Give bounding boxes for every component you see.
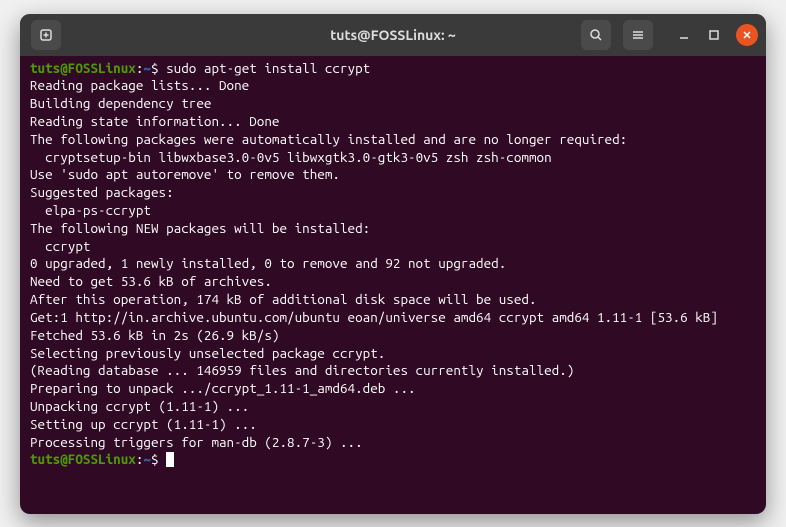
new-tab-icon [39, 28, 53, 42]
output-line: Fetched 53.6 kB in 2s (26.9 kB/s) [30, 327, 756, 345]
close-button[interactable] [736, 24, 758, 46]
output-line: After this operation, 174 kB of addition… [30, 291, 756, 309]
output-line: Selecting previously unselected package … [30, 345, 756, 363]
search-button[interactable] [581, 20, 611, 50]
prompt-path: ~ [143, 451, 151, 467]
output-line: Get:1 http://in.archive.ubuntu.com/ubunt… [30, 309, 756, 327]
cursor [166, 452, 174, 467]
hamburger-icon [631, 28, 645, 42]
output-line: cryptsetup-bin libwxbase3.0-0v5 libwxgtk… [30, 149, 756, 167]
output-line: Suggested packages: [30, 184, 756, 202]
minimize-button[interactable] [676, 27, 692, 43]
search-icon [589, 28, 603, 42]
output-line: Unpacking ccrypt (1.11-1) ... [30, 398, 756, 416]
output-line: Need to get 53.6 kB of archives. [30, 273, 756, 291]
terminal-window: tuts@FOSSLinux: ~ [20, 14, 766, 514]
output-line: Processing triggers for man-db (2.8.7-3)… [30, 434, 756, 452]
titlebar: tuts@FOSSLinux: ~ [20, 14, 766, 56]
prompt-line-1: tuts@FOSSLinux:~$ sudo apt-get install c… [30, 60, 756, 78]
prompt-user-host: tuts@FOSSLinux [30, 451, 136, 467]
titlebar-left [28, 20, 64, 50]
window-controls [676, 24, 758, 46]
window-title: tuts@FOSSLinux: ~ [330, 27, 455, 43]
close-icon [742, 30, 752, 40]
prompt-dollar: $ [151, 60, 159, 76]
output-line: Building dependency tree [30, 95, 756, 113]
titlebar-right [578, 20, 758, 50]
terminal-content[interactable]: tuts@FOSSLinux:~$ sudo apt-get install c… [20, 56, 766, 514]
output-line: The following NEW packages will be insta… [30, 220, 756, 238]
output-line: elpa-ps-ccrypt [30, 202, 756, 220]
output-line: Use 'sudo apt autoremove' to remove them… [30, 166, 756, 184]
maximize-icon [708, 29, 720, 41]
output-line: ccrypt [30, 238, 756, 256]
command-text: sudo apt-get install ccrypt [166, 60, 370, 76]
output-line: Setting up ccrypt (1.11-1) ... [30, 416, 756, 434]
output-line: (Reading database ... 146959 files and d… [30, 362, 756, 380]
output-line: Preparing to unpack .../ccrypt_1.11-1_am… [30, 380, 756, 398]
prompt-path: ~ [143, 60, 151, 76]
maximize-button[interactable] [706, 27, 722, 43]
output-line: The following packages were automaticall… [30, 131, 756, 149]
menu-button[interactable] [623, 20, 653, 50]
prompt-user-host: tuts@FOSSLinux [30, 60, 136, 76]
prompt-line-2: tuts@FOSSLinux:~$ [30, 451, 756, 469]
output-line: Reading package lists... Done [30, 77, 756, 95]
minimize-icon [678, 29, 690, 41]
output-line: Reading state information... Done [30, 113, 756, 131]
prompt-dollar: $ [151, 451, 159, 467]
output-line: 0 upgraded, 1 newly installed, 0 to remo… [30, 255, 756, 273]
new-tab-button[interactable] [31, 20, 61, 50]
